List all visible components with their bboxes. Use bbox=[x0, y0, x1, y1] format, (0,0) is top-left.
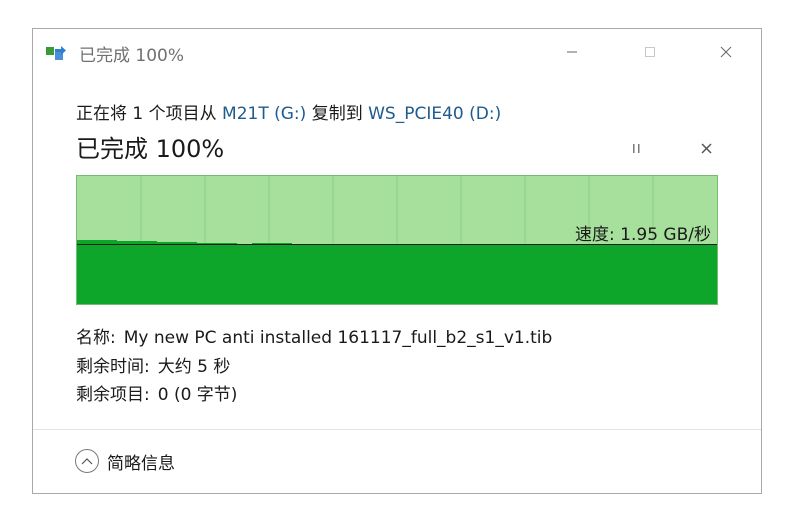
pause-button[interactable] bbox=[629, 141, 645, 157]
time-label: 剩余时间: bbox=[76, 357, 150, 377]
pause-icon bbox=[633, 144, 640, 153]
copy-middle: 复制到 bbox=[306, 104, 369, 124]
title-bar[interactable]: 已完成 100% bbox=[33, 29, 761, 75]
close-button[interactable] bbox=[703, 37, 749, 67]
progress-headline: 已完成 100% bbox=[76, 135, 225, 163]
minimize-icon bbox=[567, 51, 577, 53]
close-icon bbox=[720, 46, 732, 58]
detail-items-remaining: 剩余项目: 0 (0 字节) bbox=[76, 380, 237, 405]
copy-description: 正在将 1 个项目从 M21T (G:) 复制到 WS_PCIE40 (D:) bbox=[76, 99, 501, 124]
detail-file-name: 名称: My new PC anti installed 161117_full_… bbox=[76, 323, 552, 348]
items-label: 剩余项目: bbox=[76, 385, 150, 405]
window-title: 已完成 100% bbox=[79, 46, 185, 66]
maximize-icon bbox=[645, 47, 655, 57]
items-value: 0 (0 字节) bbox=[157, 385, 238, 405]
transfer-speed-graph: 速度: 1.95 GB/秒 bbox=[76, 175, 718, 305]
maximize-button[interactable] bbox=[627, 37, 673, 67]
close-icon bbox=[701, 143, 712, 154]
footer-divider bbox=[33, 429, 761, 430]
source-drive-link[interactable]: M21T (G:) bbox=[222, 104, 306, 124]
copy-progress-dialog: 已完成 100% 正在将 1 个项目从 M21T (G:) 复制到 WS_PCI… bbox=[32, 28, 762, 494]
chevron-up-icon bbox=[75, 449, 99, 473]
time-value: 大约 5 秒 bbox=[157, 357, 231, 377]
detail-time-remaining: 剩余时间: 大约 5 秒 bbox=[76, 352, 230, 377]
speed-readout: 速度: 1.95 GB/秒 bbox=[575, 225, 711, 245]
name-value: My new PC anti installed 161117_full_b2_… bbox=[123, 328, 553, 348]
fewer-details-toggle[interactable]: 简略信息 bbox=[75, 447, 175, 475]
destination-drive-link[interactable]: WS_PCIE40 (D:) bbox=[368, 104, 501, 124]
cancel-copy-button[interactable] bbox=[699, 141, 715, 157]
speed-area bbox=[77, 240, 717, 304]
name-label: 名称: bbox=[76, 328, 116, 348]
copy-transfer-icon bbox=[46, 45, 68, 61]
minimize-button[interactable] bbox=[549, 37, 595, 67]
copy-prefix: 正在将 1 个项目从 bbox=[76, 104, 223, 124]
fewer-details-label: 简略信息 bbox=[107, 453, 175, 474]
